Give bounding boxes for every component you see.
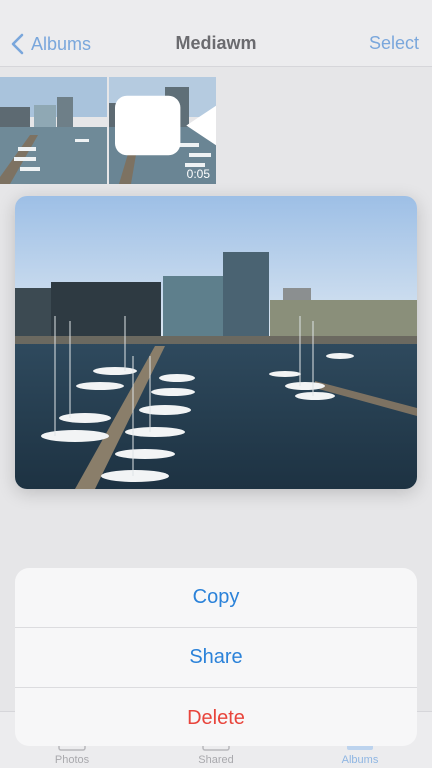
video-thumbnail[interactable]: 0:05 <box>109 77 216 184</box>
tab-albums-label: Albums <box>341 754 379 766</box>
copy-button[interactable]: Copy <box>15 568 417 628</box>
marina-photo <box>15 196 417 489</box>
page-title: Mediawm <box>175 33 257 53</box>
thumbnail-grid: 0:05 <box>0 77 216 184</box>
video-camera-icon <box>115 95 216 156</box>
select-button[interactable]: Select <box>369 33 419 54</box>
tab-shared-label: Shared <box>198 754 234 766</box>
share-button[interactable]: Share <box>15 628 417 688</box>
delete-button[interactable]: Delete <box>15 688 417 746</box>
context-menu: Copy Share Delete <box>15 568 417 746</box>
tab-photos-label: Photos <box>54 754 90 766</box>
photo-thumbnail[interactable] <box>0 77 107 184</box>
video-duration: 0:05 <box>186 167 210 181</box>
navigation-bar: Albums Mediawm Select <box>0 0 432 67</box>
photo-preview[interactable] <box>15 196 417 489</box>
